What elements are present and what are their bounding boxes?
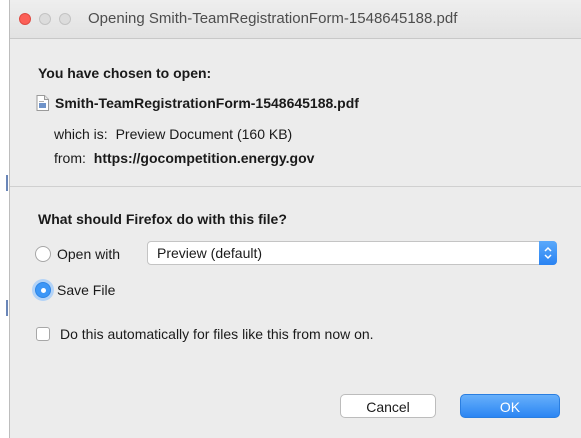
application-select-value: Preview (default) — [157, 245, 263, 261]
auto-action-checkbox[interactable] — [36, 327, 50, 341]
background-text-fragment — [6, 175, 8, 191]
save-file-radio[interactable] — [35, 282, 51, 298]
download-dialog: Opening Smith-TeamRegistrationForm-15486… — [9, 0, 581, 438]
maximize-dot-icon[interactable] — [59, 13, 71, 25]
file-row: Smith-TeamRegistrationForm-1548645188.pd… — [36, 93, 359, 113]
page: Opening Smith-TeamRegistrationForm-15486… — [0, 0, 581, 438]
file-type-label: which is: — [54, 126, 108, 142]
open-with-option[interactable]: Open with — [35, 243, 120, 265]
open-with-label[interactable]: Open with — [57, 246, 120, 262]
save-file-option[interactable]: Save File — [35, 279, 115, 301]
file-name: Smith-TeamRegistrationForm-1548645188.pd… — [55, 95, 359, 111]
close-dot-icon[interactable] — [19, 13, 31, 25]
ok-button[interactable]: OK — [460, 394, 560, 418]
file-source-url: https://gocompetition.energy.gov — [93, 150, 315, 166]
title-bar[interactable]: Opening Smith-TeamRegistrationForm-15486… — [10, 0, 581, 39]
save-file-label[interactable]: Save File — [57, 282, 115, 298]
dialog-heading: You have chosen to open: — [38, 65, 212, 81]
window-title: Opening Smith-TeamRegistrationForm-15486… — [88, 10, 458, 27]
file-source-label: from: — [54, 150, 86, 166]
file-type-info: which is: Preview Document (160 KB) — [54, 126, 292, 142]
background-text-fragment — [6, 300, 8, 316]
open-with-radio[interactable] — [35, 246, 51, 262]
cancel-button[interactable]: Cancel — [340, 394, 436, 418]
section-divider — [10, 186, 581, 187]
action-question: What should Firefox do with this file? — [38, 211, 287, 227]
auto-action-label[interactable]: Do this automatically for files like thi… — [60, 326, 374, 342]
auto-action-option[interactable]: Do this automatically for files like thi… — [36, 324, 374, 344]
file-source-info: from: https://gocompetition.energy.gov — [54, 150, 314, 166]
document-icon — [36, 95, 49, 111]
chevron-up-down-icon[interactable] — [539, 241, 557, 265]
file-type-value: Preview Document (160 KB) — [115, 126, 293, 142]
chevron-up-down-glyph — [544, 246, 552, 260]
minimize-dot-icon[interactable] — [39, 13, 51, 25]
application-select[interactable]: Preview (default) — [147, 241, 557, 265]
